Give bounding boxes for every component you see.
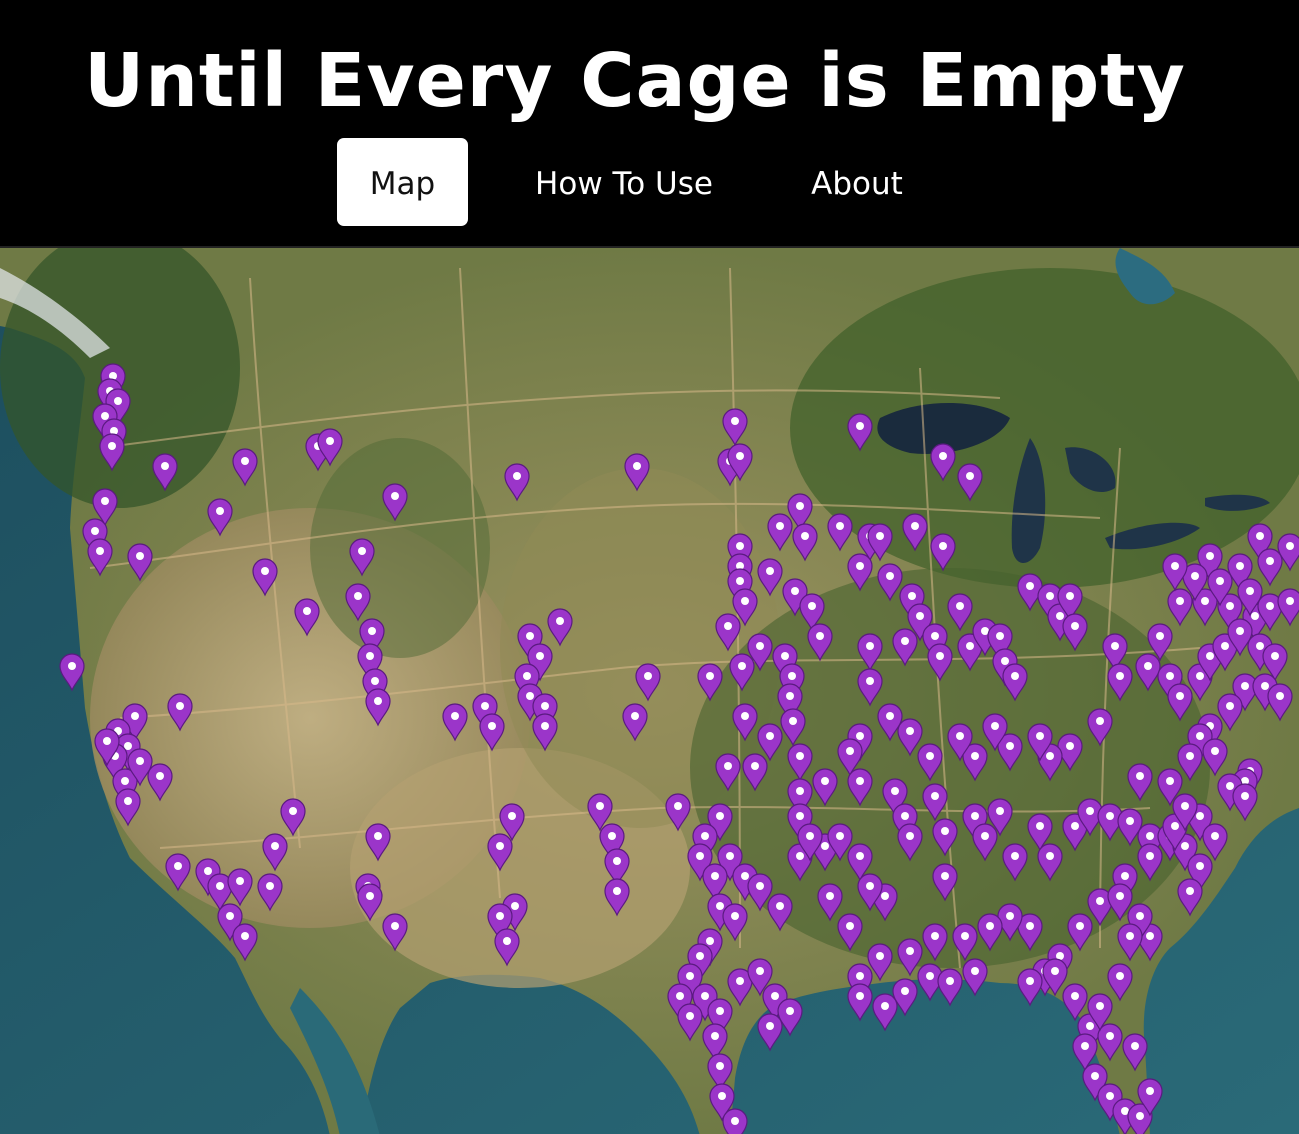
nav-tab-how-to-use[interactable]: How To Use — [512, 138, 736, 226]
nav-tab-map[interactable]: Map — [337, 138, 468, 226]
main-nav: Map How To Use About — [0, 138, 1299, 226]
map-pin-icon[interactable] — [722, 1108, 748, 1134]
map-view[interactable] — [0, 246, 1299, 1134]
nav-tab-about[interactable]: About — [790, 138, 924, 226]
page-title: Until Every Cage is Empty — [84, 38, 1186, 124]
site-header: Until Every Cage is Empty Map How To Use… — [0, 0, 1299, 246]
rocky-mountains — [310, 438, 490, 658]
satellite-basemap[interactable] — [0, 248, 1299, 1134]
